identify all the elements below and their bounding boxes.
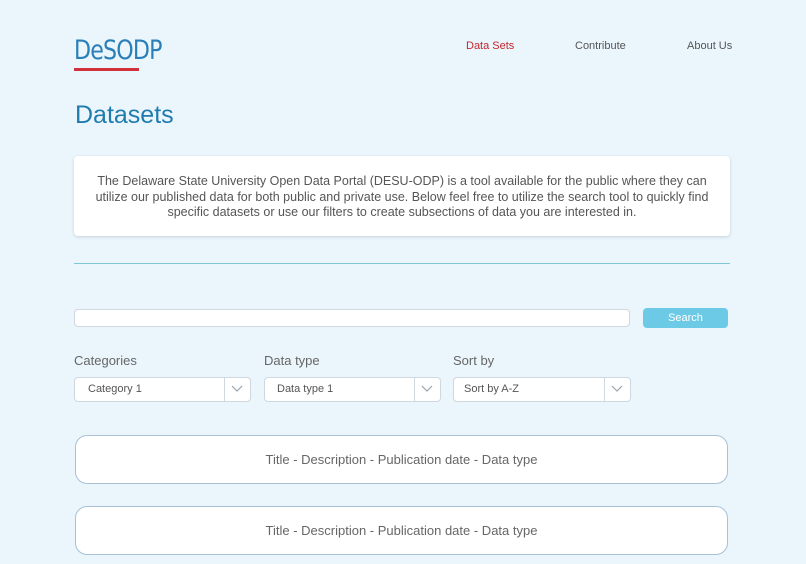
search-button[interactable]: Search	[643, 308, 728, 328]
dataset-card[interactable]: Title - Description - Publication date -…	[75, 506, 728, 555]
page-title: Datasets	[75, 101, 174, 129]
site-logo[interactable]: DeSODP	[74, 36, 162, 66]
nav-about-us[interactable]: About Us	[687, 40, 732, 52]
dataset-card-text: Title - Description - Publication date -…	[265, 452, 538, 467]
categories-label: Categories	[74, 353, 137, 368]
data-type-select[interactable]: Data type 1	[264, 377, 441, 402]
sort-by-select[interactable]: Sort by A-Z	[453, 377, 631, 402]
nav-contribute[interactable]: Contribute	[575, 40, 626, 52]
chevron-down-icon[interactable]	[604, 378, 630, 401]
data-type-selected-value: Data type 1	[277, 383, 334, 395]
nav-data-sets[interactable]: Data Sets	[466, 40, 514, 52]
categories-select[interactable]: Category 1	[74, 377, 251, 402]
search-input[interactable]	[74, 309, 630, 327]
logo-underline	[74, 68, 139, 71]
intro-text: The Delaware State University Open Data …	[95, 174, 709, 219]
intro-card: The Delaware State University Open Data …	[74, 156, 730, 236]
chevron-down-icon[interactable]	[414, 378, 440, 401]
categories-selected-value: Category 1	[88, 383, 142, 395]
sort-by-selected-value: Sort by A-Z	[464, 383, 520, 395]
chevron-down-icon[interactable]	[224, 378, 250, 401]
sort-by-label: Sort by	[453, 353, 495, 368]
dataset-card[interactable]: Title - Description - Publication date -…	[75, 435, 728, 484]
dataset-card-text: Title - Description - Publication date -…	[265, 523, 538, 538]
data-type-label: Data type	[264, 353, 320, 368]
section-divider	[74, 263, 730, 264]
